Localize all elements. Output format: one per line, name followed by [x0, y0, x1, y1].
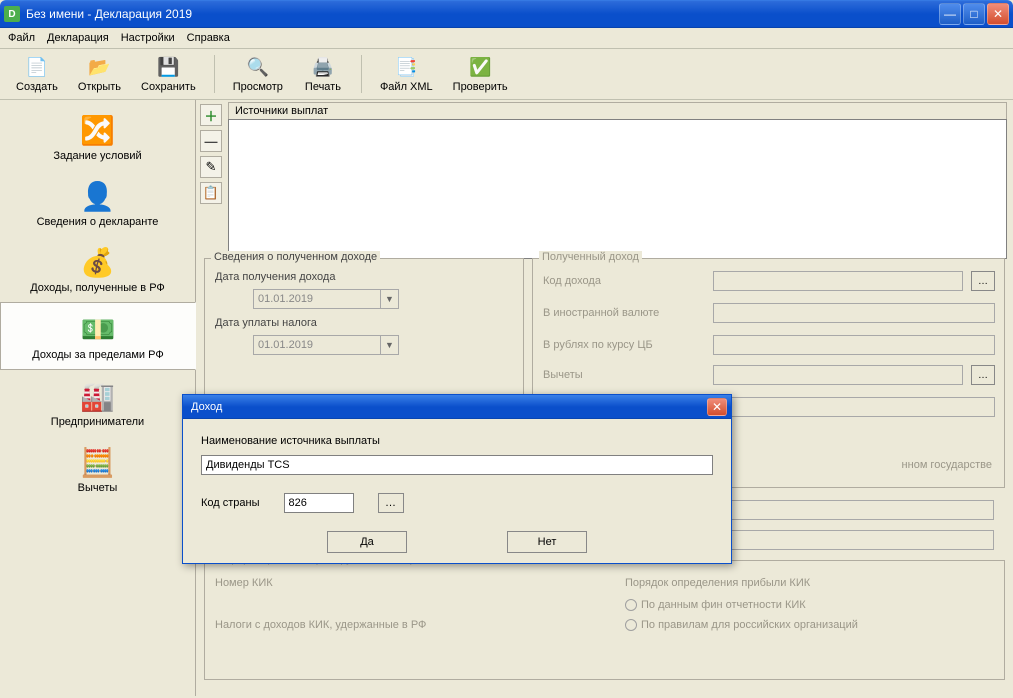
date-received-input[interactable]	[253, 289, 381, 309]
preview-icon: 🔍	[246, 55, 270, 79]
remove-source-button[interactable]: —	[200, 130, 222, 152]
deductions-icon: 🧮	[78, 444, 118, 480]
dropdown-icon[interactable]: ▼	[381, 335, 399, 355]
toolbar-preview[interactable]: 🔍Просмотр	[225, 53, 291, 95]
window-title: Без имени - Декларация 2019	[26, 7, 939, 21]
xml-icon: 📑	[394, 55, 418, 79]
toolbar-print[interactable]: 🖨️Печать	[295, 53, 351, 95]
coins-icon: 💰	[78, 244, 118, 280]
yes-button[interactable]: Да	[327, 531, 407, 553]
date-tax-input[interactable]	[253, 335, 381, 355]
toolbar-open[interactable]: 📂Открыть	[70, 53, 129, 95]
sidebar-item-deductions[interactable]: 🧮Вычеты	[0, 436, 195, 502]
group-label: Сведения о полученном доходе	[211, 251, 380, 263]
extra-input-2[interactable]	[712, 500, 994, 520]
separator	[361, 55, 362, 93]
extra-input-3[interactable]	[712, 530, 994, 550]
foreign-state-label: нном государстве	[902, 459, 992, 471]
extra-input-1[interactable]	[713, 397, 995, 417]
deductions-input[interactable]	[713, 365, 963, 385]
separator	[214, 55, 215, 93]
save-icon: 💾	[156, 55, 180, 79]
foreign-label: В иностранной валюте	[543, 307, 659, 319]
toolbar: 📄Создать 📂Открыть 💾Сохранить 🔍Просмотр 🖨…	[0, 49, 1013, 100]
kik-group: Информация о контролируемой иностранной …	[204, 560, 1005, 680]
sidebar-item-entrepreneurs[interactable]: 🏭Предприниматели	[0, 370, 195, 436]
menubar: Файл Декларация Настройки Справка	[0, 28, 1013, 49]
maximize-button[interactable]: □	[963, 3, 985, 25]
sources-title: Источники выплат	[228, 102, 1007, 119]
kik-order-label: Порядок определения прибыли КИК	[625, 577, 810, 589]
check-icon: ✅	[468, 55, 492, 79]
date-tax-label: Дата уплаты налога	[215, 317, 317, 329]
deductions-label: Вычеты	[543, 369, 583, 381]
country-browse-button[interactable]: …	[378, 493, 404, 513]
sidebar-item-income-foreign[interactable]: 💵Доходы за пределами РФ	[0, 302, 196, 370]
new-file-icon: 📄	[25, 55, 49, 79]
sources-list[interactable]	[228, 119, 1007, 259]
source-name-input[interactable]	[201, 455, 713, 475]
edit-source-button[interactable]: ✎	[200, 156, 222, 178]
print-icon: 🖨️	[311, 55, 335, 79]
toolbar-save[interactable]: 💾Сохранить	[133, 53, 204, 95]
menu-settings[interactable]: Настройки	[121, 32, 175, 44]
toolbar-create[interactable]: 📄Создать	[8, 53, 66, 95]
rub-label: В рублях по курсу ЦБ	[543, 339, 653, 351]
rub-input[interactable]	[713, 335, 995, 355]
add-source-button[interactable]: ＋	[200, 104, 222, 126]
deductions-browse-button[interactable]: …	[971, 365, 995, 385]
app-icon: D	[4, 6, 20, 22]
radio-russian-rules[interactable]: По правилам для российских организаций	[625, 619, 858, 631]
group-label: Полученный доход	[539, 251, 642, 263]
income-dialog: Доход ✕ Наименование источника выплаты К…	[182, 394, 732, 564]
conditions-icon: 🔀	[78, 112, 118, 148]
sources-panel: Источники выплат	[228, 102, 1007, 259]
sidebar-item-income-rf[interactable]: 💰Доходы, полученные в РФ	[0, 236, 195, 302]
code-browse-button[interactable]: …	[971, 271, 995, 291]
money-bag-icon: 💵	[78, 311, 118, 347]
menu-declaration[interactable]: Декларация	[47, 32, 109, 44]
foreign-input[interactable]	[713, 303, 995, 323]
person-icon: 👤	[78, 178, 118, 214]
titlebar: D Без имени - Декларация 2019 — □ ✕	[0, 0, 1013, 28]
dialog-close-button[interactable]: ✕	[707, 398, 727, 416]
sidebar: 🔀Задание условий 👤Сведения о декларанте …	[0, 100, 196, 696]
minimize-button[interactable]: —	[939, 3, 961, 25]
menu-file[interactable]: Файл	[8, 32, 35, 44]
kik-taxes-label: Налоги с доходов КИК, удержанные в РФ	[215, 619, 426, 631]
copy-source-button[interactable]: 📋	[200, 182, 222, 204]
kik-number-label: Номер КИК	[215, 577, 273, 589]
dialog-titlebar[interactable]: Доход ✕	[183, 395, 731, 419]
sidebar-item-declarant[interactable]: 👤Сведения о декларанте	[0, 170, 195, 236]
open-folder-icon: 📂	[87, 55, 111, 79]
toolbar-check[interactable]: ✅Проверить	[445, 53, 516, 95]
close-button[interactable]: ✕	[987, 3, 1009, 25]
toolbar-xml[interactable]: 📑Файл XML	[372, 53, 441, 95]
country-code-label: Код страны	[201, 497, 260, 509]
radio-fin-report[interactable]: По данным фин отчетности КИК	[625, 599, 806, 611]
menu-help[interactable]: Справка	[187, 32, 230, 44]
source-label: Наименование источника выплаты	[201, 435, 713, 447]
code-label: Код дохода	[543, 275, 601, 287]
dialog-title: Доход	[187, 401, 707, 413]
dropdown-icon[interactable]: ▼	[381, 289, 399, 309]
no-button[interactable]: Нет	[507, 531, 587, 553]
date-received-label: Дата получения дохода	[215, 271, 335, 283]
entrepreneurs-icon: 🏭	[78, 378, 118, 414]
sidebar-item-conditions[interactable]: 🔀Задание условий	[0, 104, 195, 170]
code-input[interactable]	[713, 271, 963, 291]
country-code-input[interactable]	[284, 493, 354, 513]
